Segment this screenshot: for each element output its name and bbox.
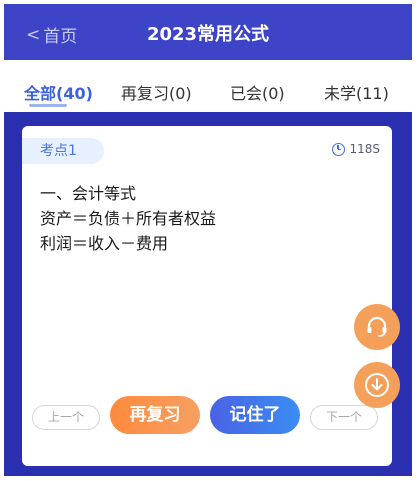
formula-line: 资产＝负债＋所有者权益 — [40, 209, 217, 228]
headset-icon — [367, 316, 387, 337]
topic-tag: 考点1 — [22, 138, 104, 164]
clock-icon — [332, 142, 346, 156]
timer: 118S — [332, 142, 380, 156]
content-area: 考点1 118S 一、会计等式 资产＝负债＋所有者权益 利润＝收入－费用 上一个… — [4, 112, 412, 476]
remembered-button[interactable]: 记住了 — [210, 396, 300, 434]
timer-value: 118S — [349, 142, 380, 156]
download-icon — [365, 373, 389, 397]
tab-all[interactable]: 全部(40) — [24, 80, 93, 104]
tab-unlearned[interactable]: 未学(11) — [324, 80, 389, 104]
next-button[interactable]: 下一个 — [310, 405, 378, 430]
filter-tabs: 全部(40) 再复习(0) 已会(0) 未学(11) — [4, 60, 412, 112]
page-title: 2023常用公式 — [146, 24, 270, 45]
formula-text: 一、会计等式 资产＝负债＋所有者权益 利润＝收入－费用 — [40, 181, 340, 256]
download-button[interactable] — [354, 362, 400, 408]
review-again-button[interactable]: 再复习 — [110, 396, 200, 434]
top-bar: < 首页 2023常用公式 — [4, 4, 412, 60]
screenshot-frame: < 首页 2023常用公式 全部(40) 再复习(0) 已会(0) 未学(11)… — [0, 0, 418, 481]
prev-button[interactable]: 上一个 — [32, 405, 100, 430]
tab-review[interactable]: 再复习(0) — [121, 80, 192, 104]
tab-mastered[interactable]: 已会(0) — [230, 80, 285, 104]
formula-line: 一、会计等式 — [40, 184, 137, 203]
customer-service-button[interactable] — [354, 304, 400, 350]
active-tab-indicator — [29, 104, 67, 107]
app-screen: < 首页 2023常用公式 全部(40) 再复习(0) 已会(0) 未学(11)… — [4, 4, 412, 476]
formula-line: 利润＝收入－费用 — [40, 234, 169, 253]
formula-card: 考点1 118S 一、会计等式 资产＝负债＋所有者权益 利润＝收入－费用 上一个… — [22, 126, 392, 466]
